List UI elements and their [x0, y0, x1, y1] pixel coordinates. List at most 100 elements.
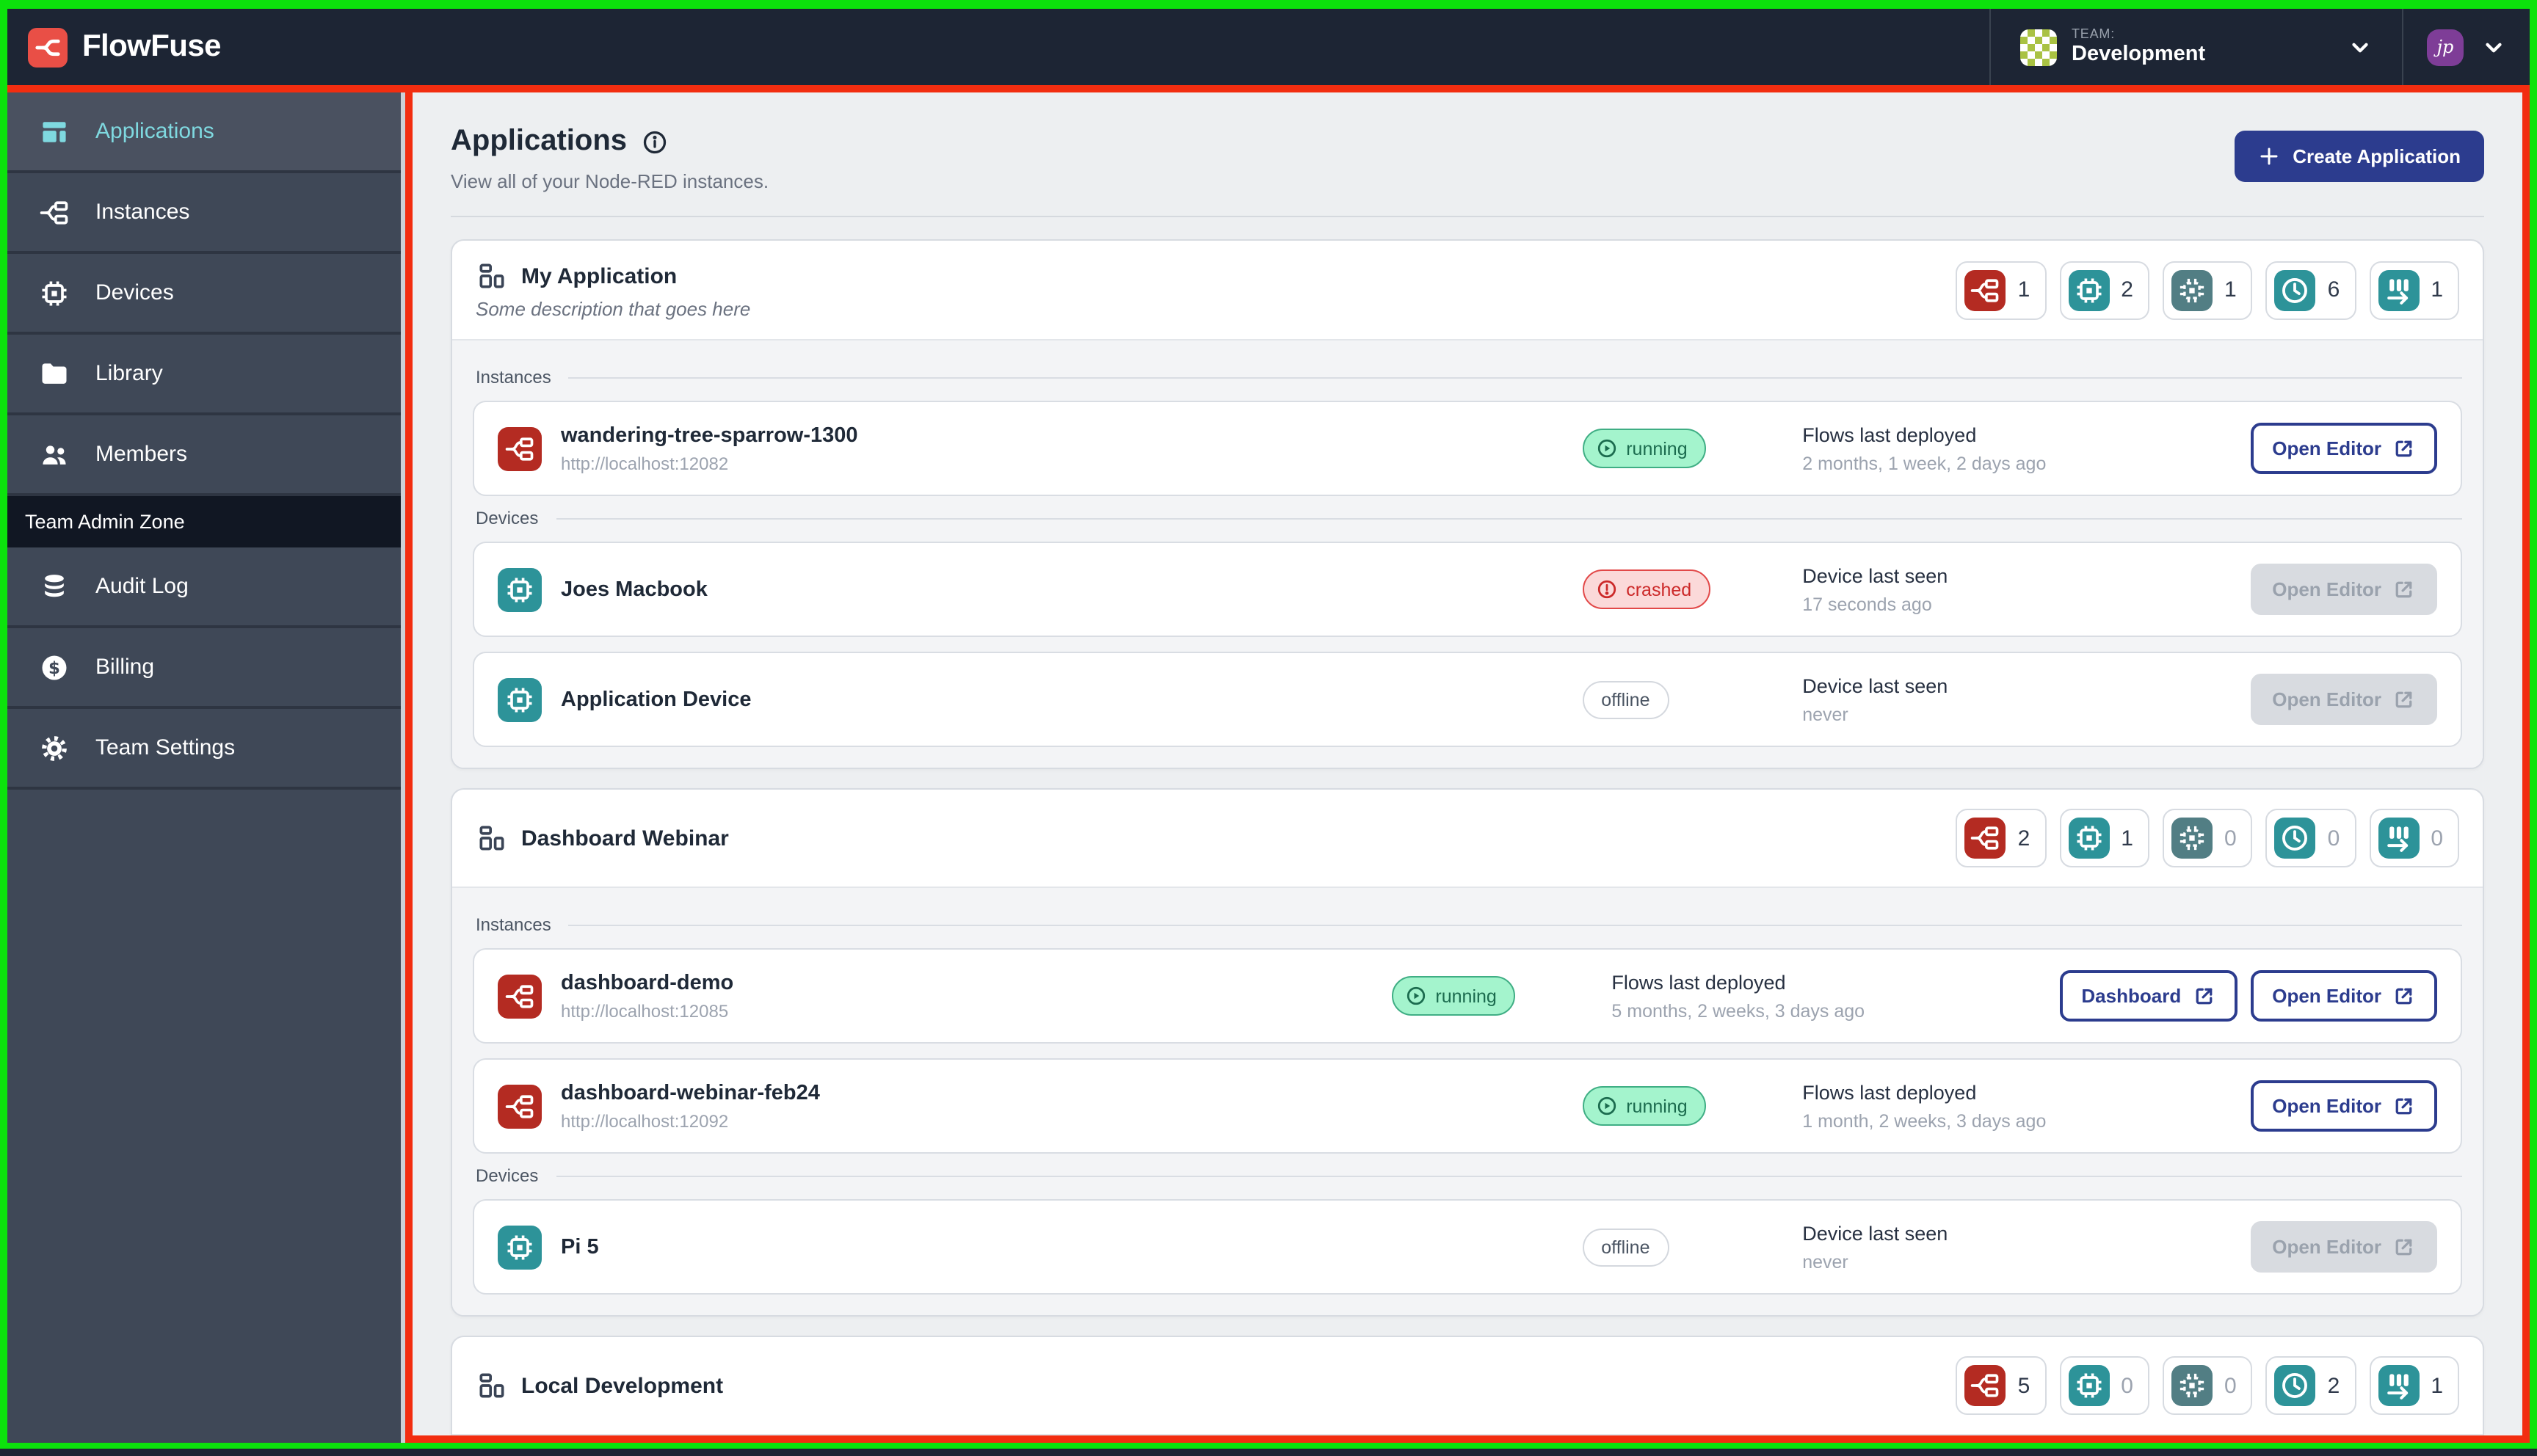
team-selector[interactable]: TEAM: Development — [1991, 9, 2402, 85]
application-icon — [476, 260, 508, 292]
section-divider — [568, 924, 2462, 925]
instance-row[interactable]: dashboard-demo http://localhost:12085 runn… — [473, 948, 2462, 1044]
sidebar-item-instances[interactable]: Instances — [7, 173, 401, 254]
external-link-icon — [2393, 688, 2415, 710]
device-row[interactable]: Application Device offline Device last see… — [473, 652, 2462, 747]
dashboard-button[interactable]: Dashboard — [2059, 970, 2237, 1022]
devices-count-badge[interactable]: 1 — [2059, 809, 2149, 867]
status-column: crashed — [1582, 569, 1802, 609]
create-application-button[interactable]: Create Application — [2234, 131, 2484, 182]
info-icon[interactable] — [642, 128, 668, 155]
device-name-block: Pi 5 — [561, 1235, 1582, 1259]
sidebar-item-library[interactable]: Library — [7, 335, 401, 415]
device-groups-badge-icon — [2171, 818, 2213, 859]
instances-count-badge[interactable]: 5 — [1956, 1356, 2047, 1415]
pipelines-count-badge[interactable]: 1 — [2369, 1356, 2459, 1415]
team-settings-icon — [38, 732, 70, 764]
play-circle-icon — [1595, 437, 1617, 459]
open-editor-button[interactable]: Open Editor — [2250, 970, 2437, 1022]
snapshots-count: 6 — [2327, 277, 2340, 302]
navbar-right: TEAM: Development jp — [1989, 9, 2530, 85]
pipelines-count-badge[interactable]: 0 — [2369, 809, 2459, 867]
meta-label: Flows last deployed — [1802, 423, 1977, 445]
device_groups-count: 0 — [2224, 1373, 2237, 1398]
external-link-icon — [2393, 578, 2415, 600]
sidebar-item-label: Team Settings — [95, 735, 236, 760]
section-divider — [556, 517, 2462, 519]
sidebar-item-applications[interactable]: Applications — [7, 92, 401, 173]
sidebar-item-members[interactable]: Members — [7, 415, 401, 496]
status-badge-running: running — [1582, 1086, 1707, 1126]
device_groups-count-badge[interactable]: 1 — [2162, 261, 2253, 319]
section-label-text: Devices — [476, 1165, 539, 1186]
instances-icon — [38, 196, 70, 228]
external-link-icon — [2393, 1095, 2415, 1117]
instance-url: http://localhost:12082 — [561, 453, 729, 473]
open-editor-button[interactable]: Open Editor — [2250, 1080, 2437, 1132]
application-link[interactable]: Local Development — [476, 1369, 723, 1402]
device-name: Joes Macbook — [561, 578, 708, 601]
application-description: Some description that goes here — [476, 298, 751, 320]
device-row[interactable]: Pi 5 offline Device last seen never Open Edi… — [473, 1199, 2462, 1295]
device-name-block: Application Device — [561, 688, 1582, 711]
flowfuse-logo-icon — [28, 27, 68, 67]
annotation-red-line — [7, 85, 2530, 92]
sidebar: Applications Instances Devices Library Membe… — [7, 92, 401, 1443]
button-label: Dashboard — [2081, 985, 2182, 1007]
meta-time: 1 month, 2 weeks, 3 days ago — [1802, 1110, 2047, 1131]
status-label: running — [1626, 1096, 1688, 1116]
open-editor-button: Open Editor — [2250, 1221, 2437, 1273]
application-count-badges: 1 2 1 6 1 — [1956, 261, 2459, 319]
button-label: Open Editor — [2272, 985, 2381, 1007]
open-editor-button[interactable]: Open Editor — [2250, 423, 2437, 474]
status-label: running — [1626, 438, 1688, 459]
audit-log-icon — [38, 570, 70, 603]
devices-count-badge[interactable]: 2 — [2059, 261, 2149, 319]
meta-label: Device last seen — [1802, 1222, 1948, 1244]
sidebar-item-audit-log[interactable]: Audit Log — [7, 547, 401, 628]
node-red-instance-icon — [498, 1084, 542, 1128]
open-editor-button: Open Editor — [2250, 674, 2437, 725]
instances-count-badge[interactable]: 2 — [1956, 809, 2047, 867]
application-card: My Application Some description that goes… — [451, 239, 2484, 769]
section-divider — [568, 376, 2462, 378]
sidebar-item-team-settings[interactable]: Team Settings — [7, 709, 401, 790]
user-menu[interactable]: jp — [2403, 9, 2530, 85]
row-buttons: Open Editor — [2250, 1221, 2437, 1273]
external-link-icon — [2393, 1236, 2415, 1258]
instances-count-badge[interactable]: 1 — [1956, 261, 2047, 319]
main-annotated-region: Applications View all of your Node-RED i… — [405, 92, 2530, 1443]
node-red-instances-badge-icon — [1964, 1365, 2006, 1406]
device_groups-count-badge[interactable]: 0 — [2162, 809, 2253, 867]
sidebar-item-billing[interactable]: $ Billing — [7, 628, 401, 709]
instance-row[interactable]: dashboard-webinar-feb24 http://localhost:… — [473, 1058, 2462, 1154]
screenshot-frame: FlowFuse TEAM: Development jp Applicatio… — [0, 0, 2537, 1456]
application-card-header: Dashboard Webinar 2 1 0 0 0 — [452, 790, 2483, 887]
devices-count-badge[interactable]: 0 — [2059, 1356, 2149, 1415]
instance-row[interactable]: wandering-tree-sparrow-1300 http://localh… — [473, 401, 2462, 496]
snapshots-count-badge[interactable]: 6 — [2265, 261, 2356, 319]
device-row[interactable]: Joes Macbook crashed Device last seen 17 se… — [473, 542, 2462, 637]
svg-text:$: $ — [48, 658, 60, 677]
section-label-text: Devices — [476, 508, 539, 528]
flowfuse-brand[interactable]: FlowFuse — [7, 27, 242, 67]
sidebar-item-devices[interactable]: Devices — [7, 254, 401, 335]
button-label: Open Editor — [2272, 1095, 2381, 1117]
application-link[interactable]: Dashboard Webinar — [476, 822, 729, 854]
snapshots-count-badge[interactable]: 2 — [2265, 1356, 2356, 1415]
members-icon — [38, 438, 70, 470]
meta-column: Device last seen never — [1802, 674, 2250, 724]
pipelines-badge-icon — [2378, 269, 2420, 310]
row-buttons: Dashboard Open Editor — [2059, 970, 2437, 1022]
device_groups-count-badge[interactable]: 0 — [2162, 1356, 2253, 1415]
application-link[interactable]: My Application — [476, 260, 750, 292]
pipelines-badge-icon — [2378, 1365, 2420, 1406]
sidebar-item-label: Applications — [95, 119, 214, 144]
team-avatar — [2020, 29, 2057, 65]
node-red-instances-badge-icon — [1964, 818, 2006, 859]
pipelines-count-badge[interactable]: 1 — [2369, 261, 2459, 319]
device-icon — [498, 567, 542, 611]
snapshots-count-badge[interactable]: 0 — [2265, 809, 2356, 867]
status-label: offline — [1601, 1237, 1650, 1257]
meta-column: Flows last deployed 5 months, 2 weeks, 3 … — [1611, 971, 2059, 1021]
